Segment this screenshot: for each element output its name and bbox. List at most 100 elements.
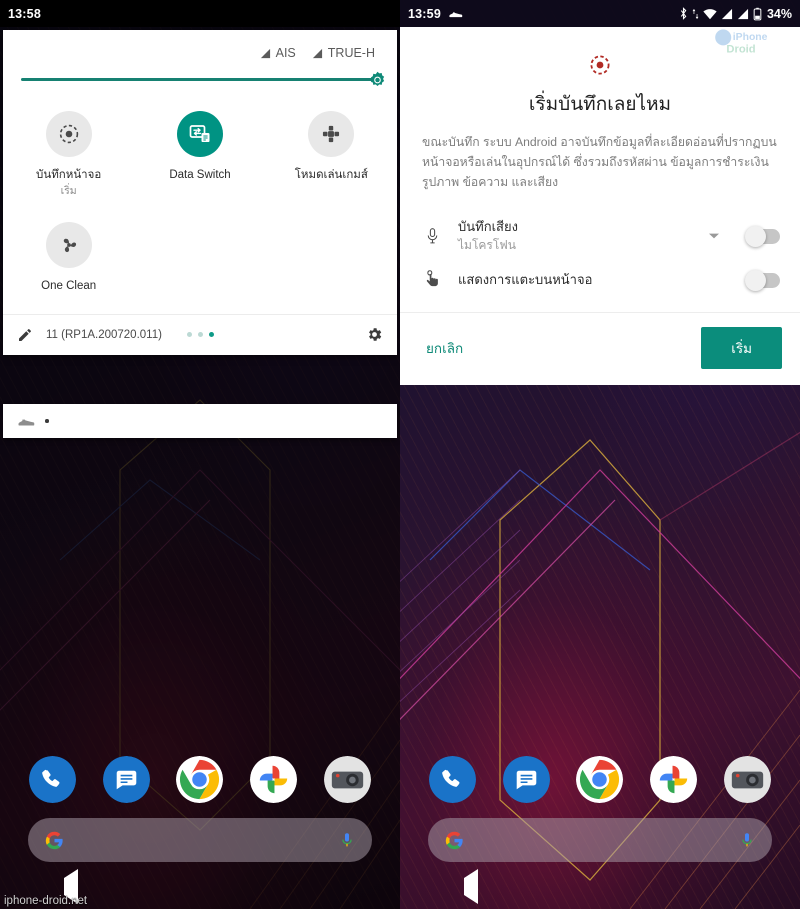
carrier-item: TRUE-H	[312, 46, 375, 60]
start-button[interactable]: เริ่ม	[701, 327, 782, 370]
show-taps-toggle[interactable]	[745, 269, 780, 291]
tile-data-switch[interactable]: Data Switch	[134, 101, 265, 212]
svg-text:Droid: Droid	[726, 44, 755, 56]
google-search-bar-right[interactable]	[428, 818, 772, 862]
google-g-icon	[44, 830, 65, 851]
quick-settings-panel[interactable]: AIS TRUE-H บันทึกหน้าจอ เริ่ม Data Switc…	[3, 30, 397, 356]
shoe-icon	[17, 414, 35, 428]
page-dot	[186, 332, 192, 338]
status-bar-left: 13:58	[0, 0, 400, 27]
data-arrows-icon	[692, 8, 699, 20]
fan-icon	[58, 234, 80, 256]
data-switch-icon	[188, 122, 212, 146]
dock-icon-messages[interactable]	[102, 756, 150, 803]
game-mode-icon	[320, 123, 342, 145]
screen-record-dialog: เริ่มบันทึกเลยไหม ขณะบันทึก ระบบ Android…	[400, 27, 800, 386]
page-dot-active	[208, 332, 214, 338]
wifi-icon	[703, 8, 717, 20]
page-dot	[197, 332, 203, 338]
tile-label: โหมดเล่นเกมส์	[295, 168, 368, 184]
right-screen: 13:59 34% iPhone Droid เริ่มบันทึกเลยไหม…	[400, 0, 800, 909]
dialog-row-text: บันทึกเสียง ไมโครโฟน	[458, 218, 692, 254]
record-audio-toggle[interactable]	[745, 225, 780, 247]
tile-title: One Clean	[41, 279, 97, 292]
left-screen: 13:58 AIS TRUE-H บันทึกหน้าจอ เริ่ม Data…	[0, 0, 400, 909]
nav-back-button[interactable]	[464, 869, 479, 904]
tile-icon-wrap	[308, 111, 355, 157]
navbar-right	[400, 865, 800, 909]
tile-icon-wrap	[45, 221, 92, 268]
brightness-knob-icon[interactable]	[368, 70, 387, 89]
tile-label: Data Switch	[169, 168, 230, 184]
status-time: 13:58	[8, 6, 41, 21]
dock-icon-phone[interactable]	[429, 756, 477, 803]
dialog-actions: ยกเลิก เริ่ม	[400, 312, 800, 385]
tile-icon-wrap	[45, 111, 92, 157]
status-bar-right: 13:59 34%	[400, 0, 800, 27]
bluetooth-icon	[679, 7, 688, 20]
tile-sublabel: เริ่ม	[60, 184, 77, 197]
dialog-row-sub: ไมโครโฟน	[458, 238, 517, 253]
tile-title: Data Switch	[169, 169, 231, 181]
dialog-body: ขณะบันทึก ระบบ Android อาจบันทึกข้อมูลที…	[422, 135, 777, 189]
dock-icon-photos[interactable]	[250, 756, 298, 803]
dialog-row-text: แสดงการแตะบนหน้าจอ	[458, 271, 730, 289]
carrier-label: AIS	[275, 46, 296, 60]
microphone-icon	[422, 227, 442, 246]
dialog-title: เริ่มบันทึกเลยไหม	[528, 94, 672, 115]
notification-strip[interactable]	[3, 404, 397, 438]
site-watermark: iphone-droid.net	[4, 895, 88, 907]
dialog-row-record-audio[interactable]: บันทึกเสียง ไมโครโฟน	[400, 210, 800, 262]
chevron-down-icon[interactable]	[708, 232, 720, 240]
screen-record-icon	[588, 53, 612, 77]
brightness-row[interactable]	[3, 64, 397, 97]
dock-icon-camera[interactable]	[323, 756, 371, 803]
dialog-row-show-taps[interactable]: แสดงการแตะบนหน้าจอ	[400, 262, 800, 298]
google-g-icon	[444, 830, 465, 851]
dock-icon-messages[interactable]	[502, 756, 550, 803]
dock-icon-chrome[interactable]	[576, 756, 624, 803]
dock-right	[400, 756, 800, 803]
tile-one-clean[interactable]: One Clean	[3, 212, 134, 309]
battery-percentage: 34%	[766, 6, 792, 21]
dialog-row-title: บันทึกเสียง	[458, 219, 518, 235]
svg-text:iPhone: iPhone	[733, 32, 768, 43]
quick-settings-footer: 11 (RP1A.200720.011)	[3, 314, 397, 355]
battery-icon	[753, 7, 762, 21]
notification-dot	[45, 419, 49, 423]
cancel-button[interactable]: ยกเลิก	[422, 331, 467, 365]
tap-touch-icon	[422, 270, 442, 290]
tile-icon-wrap	[176, 111, 223, 157]
dialog-row-title: แสดงการแตะบนหน้าจอ	[458, 272, 593, 288]
carrier-item: AIS	[260, 46, 296, 60]
dock-left	[0, 756, 400, 803]
tile-grid: บันทึกหน้าจอ เริ่ม Data Switch โหมดเล่นเ…	[3, 97, 397, 314]
microphone-icon[interactable]	[338, 831, 356, 849]
dock-icon-chrome[interactable]	[176, 756, 224, 803]
carrier-row: AIS TRUE-H	[3, 30, 397, 64]
pencil-icon[interactable]	[17, 327, 33, 343]
shoe-icon	[448, 8, 463, 19]
build-number: 11 (RP1A.200720.011)	[46, 328, 162, 341]
brightness-slider[interactable]	[21, 71, 385, 86]
tile-title: โหมดเล่นเกมส์	[294, 169, 368, 181]
status-time: 13:59	[408, 6, 441, 21]
signal-icon	[312, 48, 323, 59]
tile-screen-record[interactable]: บันทึกหน้าจอ เริ่ม	[3, 101, 134, 212]
dock-icon-camera[interactable]	[723, 756, 771, 803]
tile-label: One Clean	[41, 279, 96, 295]
microphone-icon[interactable]	[738, 831, 756, 849]
nav-back-button[interactable]	[64, 869, 79, 904]
gear-icon[interactable]	[366, 326, 383, 343]
screen-record-icon	[57, 122, 81, 146]
google-search-bar-left[interactable]	[28, 818, 372, 862]
tile-game-mode[interactable]: โหมดเล่นเกมส์	[266, 101, 397, 212]
dock-icon-photos[interactable]	[650, 756, 698, 803]
signal-icon	[721, 8, 733, 20]
site-logo-watermark: iPhone Droid	[712, 26, 792, 65]
tile-title: บันทึกหน้าจอ	[36, 169, 102, 181]
dock-icon-phone[interactable]	[29, 756, 77, 803]
back-triangle-icon	[464, 869, 479, 904]
tile-label: บันทึกหน้าจอ เริ่ม	[36, 168, 101, 198]
signal-icon	[737, 8, 749, 20]
